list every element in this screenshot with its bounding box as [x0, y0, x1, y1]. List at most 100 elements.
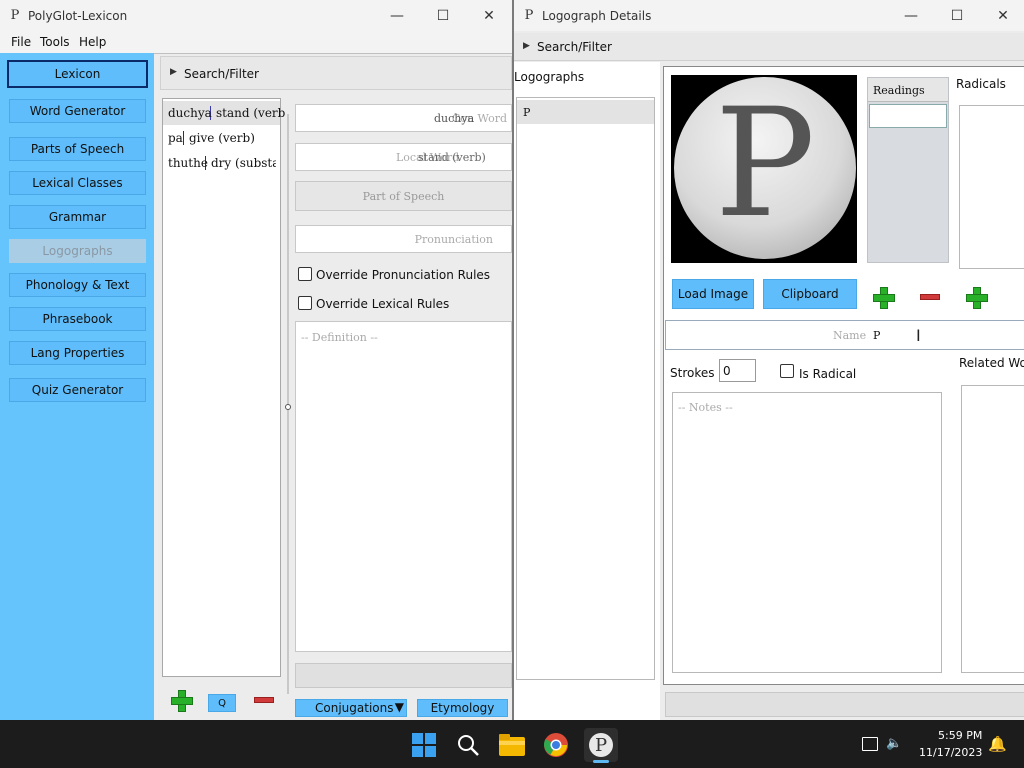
list-item[interactable]: pa give (verb)	[163, 126, 280, 150]
sidebar-item-grammar[interactable]: Grammar	[9, 205, 146, 229]
logograph-image: P	[671, 75, 857, 263]
sidebar: Lexicon Word Generator Parts of Speech L…	[0, 53, 154, 720]
strokes-input[interactable]: 0	[719, 359, 756, 382]
expand-triangle-icon: ▶	[523, 41, 530, 51]
volume-muted-icon[interactable]: 🔈	[886, 736, 902, 751]
sidebar-item-lexicon[interactable]: Lexicon	[7, 60, 148, 88]
list-item-local: dry (substar	[211, 156, 276, 170]
left-maximize-button[interactable]: ☐	[420, 0, 466, 31]
override-lexical-label: Override Lexical Rules	[316, 297, 450, 311]
list-item-conword: thuthe	[163, 156, 208, 170]
logographs-label: Logographs	[514, 70, 585, 84]
left-close-button[interactable]: ✕	[466, 0, 512, 31]
clipboard-button[interactable]: Clipboard	[763, 279, 857, 309]
override-lexical-checkbox[interactable]	[298, 296, 312, 310]
part-of-speech-dropdown[interactable]: Part of Speech	[295, 181, 512, 211]
add-word-icon[interactable]	[171, 690, 193, 712]
etymology-button[interactable]: Etymology	[417, 699, 508, 717]
add-reading-icon[interactable]	[873, 287, 895, 309]
active-app-indicator	[593, 760, 609, 763]
polyglot-lexicon-window: P PolyGlot-Lexicon — ☐ ✕ File Tools Help…	[0, 0, 512, 720]
menu-file[interactable]: File	[11, 35, 31, 49]
list-item-conword: duchya	[163, 106, 212, 120]
pronunciation-hint: Pronunciation	[414, 232, 493, 246]
radicals-list[interactable]	[959, 105, 1024, 269]
text-cursor-icon: Ⅰ	[916, 326, 921, 345]
search-filter-label: Search/Filter	[537, 40, 612, 54]
name-hint: Name	[833, 329, 867, 342]
radicals-label: Radicals	[956, 77, 1006, 91]
logograph-item-label: P	[523, 105, 531, 119]
sidebar-item-word-generator[interactable]: Word Generator	[9, 99, 146, 123]
definition-placeholder: -- Definition --	[301, 331, 378, 344]
polyglot-logo-icon: P	[10, 7, 20, 23]
name-field[interactable]: Name P Ⅰ	[665, 320, 1024, 350]
logograph-list[interactable]: P	[516, 97, 655, 680]
logograph-status-field	[665, 692, 1024, 717]
right-window-title: Logograph Details	[542, 8, 652, 23]
word-status-field	[295, 663, 512, 688]
search-filter-bar[interactable]: ▶ Search/Filter	[514, 33, 1024, 61]
override-pronunciation-checkbox[interactable]	[298, 267, 312, 281]
sidebar-item-parts-of-speech[interactable]: Parts of Speech	[9, 137, 146, 161]
menu-tools[interactable]: Tools	[40, 35, 70, 49]
notes-placeholder: -- Notes --	[678, 401, 733, 414]
conword-field[interactable]: Con Word duchya	[295, 104, 512, 132]
is-radical-checkbox[interactable]	[780, 364, 794, 378]
splitter-handle[interactable]	[285, 114, 291, 694]
sidebar-item-lang-properties[interactable]: Lang Properties	[9, 341, 146, 365]
monitor-icon[interactable]	[862, 737, 878, 751]
clock-date[interactable]: 11/17/2023	[919, 746, 982, 759]
definition-textarea[interactable]: -- Definition --	[295, 321, 512, 652]
related-words-list[interactable]	[961, 385, 1024, 673]
list-item-conword: pa	[163, 131, 184, 145]
menu-bar: File Tools Help	[0, 31, 512, 53]
load-image-button[interactable]: Load Image	[672, 279, 754, 309]
remove-reading-icon[interactable]	[920, 294, 940, 300]
chrome-icon[interactable]	[539, 728, 573, 762]
readings-header: Readings	[868, 78, 948, 102]
conword-value: duchya	[434, 111, 475, 125]
list-item[interactable]: P	[517, 100, 654, 124]
name-value: P	[873, 329, 881, 342]
is-radical-label: Is Radical	[799, 367, 857, 381]
quick-search-button[interactable]: Q	[208, 694, 236, 712]
word-list[interactable]: duchya stand (verb pa give (verb) thuthe…	[162, 98, 285, 677]
add-radical-icon[interactable]	[966, 287, 988, 309]
logograph-details-window: P Logograph Details — ☐ ✕ ▶ Search/Filte…	[512, 0, 1024, 720]
dropdown-arrow-icon: ▼	[394, 700, 404, 714]
readings-table[interactable]: Readings	[867, 77, 949, 263]
sidebar-item-logographs[interactable]: Logographs	[9, 239, 146, 263]
menu-help[interactable]: Help	[79, 35, 106, 49]
notification-bell-icon[interactable]: 🔔	[988, 735, 1007, 753]
strokes-value: 0	[723, 364, 731, 378]
polyglot-taskbar-icon[interactable]: P	[584, 728, 618, 762]
sidebar-item-lexical-classes[interactable]: Lexical Classes	[9, 171, 146, 195]
right-minimize-button[interactable]: —	[888, 0, 934, 31]
windows-start-icon[interactable]	[407, 728, 441, 762]
sidebar-item-quiz-generator[interactable]: Quiz Generator	[9, 378, 146, 402]
list-item[interactable]: duchya stand (verb	[163, 101, 285, 125]
conjugations-label: Conjugations	[315, 701, 394, 715]
right-maximize-button[interactable]: ☐	[934, 0, 980, 31]
readings-input[interactable]	[869, 104, 947, 128]
logograph-detail-pane: P Readings Radicals Load Image Clipboard…	[663, 66, 1024, 685]
sidebar-item-phonology-text[interactable]: Phonology & Text	[9, 273, 146, 297]
local-word-field[interactable]: Local Word stand (verb)	[295, 143, 512, 171]
file-explorer-icon[interactable]	[495, 728, 529, 762]
list-item[interactable]: thuthe dry (substar	[163, 151, 280, 175]
related-words-label: Related Wo	[959, 356, 1024, 370]
right-close-button[interactable]: ✕	[980, 0, 1024, 31]
search-icon[interactable]	[451, 728, 485, 762]
left-minimize-button[interactable]: —	[374, 0, 420, 31]
search-filter-label: Search/Filter	[184, 67, 259, 81]
remove-word-icon[interactable]	[254, 697, 274, 703]
clock-time[interactable]: 5:59 PM	[938, 729, 982, 742]
conjugations-button[interactable]: Conjugations ▼	[295, 699, 407, 717]
logograph-list-pane: Logographs P	[514, 62, 660, 720]
pronunciation-field[interactable]: Pronunciation	[295, 225, 512, 253]
notes-textarea[interactable]: -- Notes --	[672, 392, 942, 673]
sidebar-item-phrasebook[interactable]: Phrasebook	[9, 307, 146, 331]
right-body: ▶ Search/Filter Logographs P P Readings …	[514, 31, 1024, 720]
search-filter-bar[interactable]: ▶ Search/Filter	[160, 56, 512, 90]
